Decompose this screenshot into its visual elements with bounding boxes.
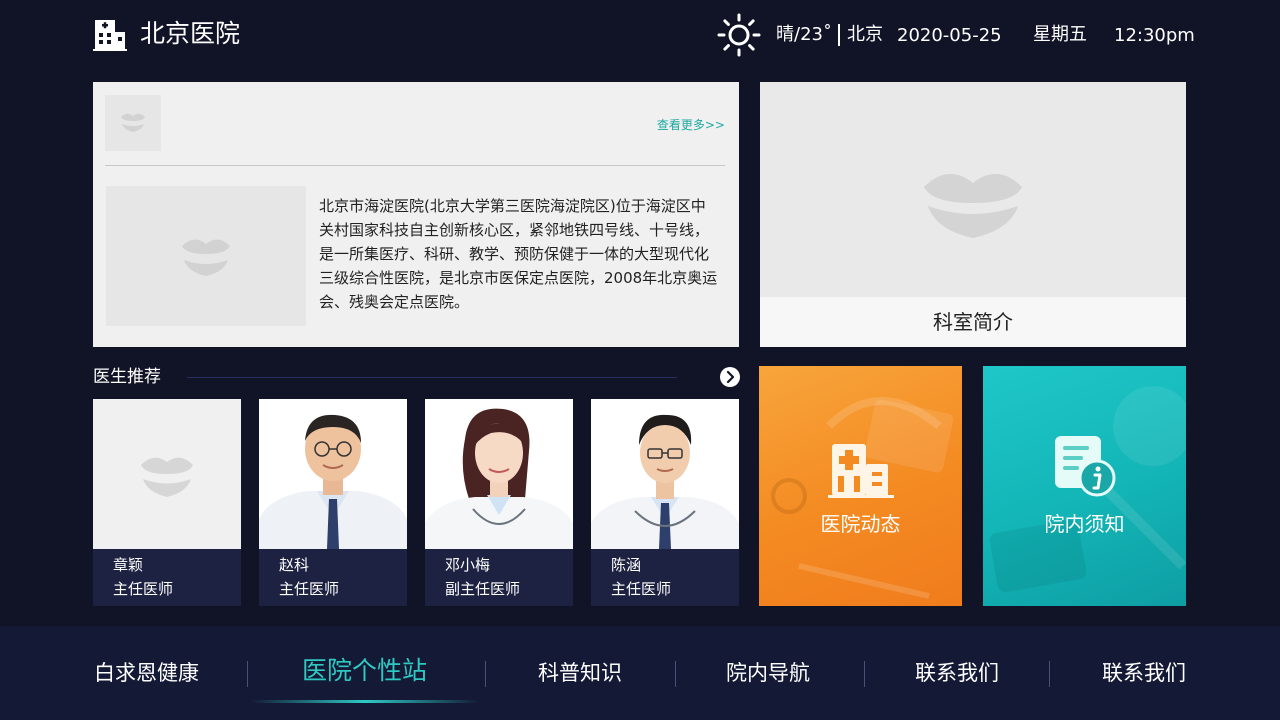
chevron-right-icon xyxy=(726,370,735,384)
time-text: 12:30pm xyxy=(1114,25,1195,46)
hospital-name: 北京医院 xyxy=(140,19,241,48)
department-intro-label: 科室简介 xyxy=(760,297,1186,347)
doctor-photo xyxy=(591,399,739,549)
nav-item-hospital-site[interactable]: 医院个性站 xyxy=(302,657,427,685)
doctor-name: 赵科 xyxy=(279,556,310,574)
bottom-navigation: 白求恩健康 医院个性站 科普知识 院内导航 联系我们 联系我们 xyxy=(0,626,1280,720)
nav-item-hospital-navigation[interactable]: 院内导航 xyxy=(726,659,810,687)
nav-separator xyxy=(485,661,486,687)
hospital-news-tile[interactable]: 医院动态 xyxy=(759,366,962,606)
intro-divider xyxy=(105,165,725,166)
hospital-intro-card[interactable]: 查看更多>> 北京市海淀医院(北京大学第三医院海淀院区)位于海淀区中关村国家科技… xyxy=(93,82,739,347)
section-divider xyxy=(187,377,677,378)
doctor-recommend-title: 医生推荐 xyxy=(93,367,161,387)
notice-info-icon xyxy=(1053,434,1117,502)
city-text: 北京 xyxy=(847,24,883,45)
department-image-placeholder xyxy=(760,82,1186,297)
sun-weather-icon xyxy=(717,13,761,57)
department-intro-card[interactable]: 科室简介 xyxy=(760,82,1186,347)
intro-image-placeholder xyxy=(106,186,306,326)
hospital-news-label: 医院动态 xyxy=(820,512,901,536)
intro-thumbnail-placeholder xyxy=(105,95,161,151)
nav-separator xyxy=(864,661,865,687)
doctor-name: 陈涵 xyxy=(611,556,642,574)
doctor-title: 主任医师 xyxy=(611,580,672,598)
next-arrow-button[interactable] xyxy=(720,367,740,387)
doctor-name: 章颖 xyxy=(113,556,144,574)
doctor-card[interactable]: 邓小梅 副主任医师 xyxy=(425,399,573,606)
doctor-card[interactable]: 章颖 主任医师 xyxy=(93,399,241,606)
nav-item-bethune-health[interactable]: 白求恩健康 xyxy=(94,659,199,687)
doctor-card[interactable]: 赵科 主任医师 xyxy=(259,399,407,606)
hospital-notice-tile[interactable]: 院内须知 xyxy=(983,366,1186,606)
nav-active-indicator xyxy=(250,700,480,703)
weather-divider xyxy=(838,24,840,46)
hospital-notice-label: 院内须知 xyxy=(1044,512,1125,536)
doctor-name: 邓小梅 xyxy=(445,556,491,574)
placeholder-logo-icon xyxy=(121,113,145,132)
hospital-building-icon xyxy=(828,434,894,504)
hospital-logo-icon xyxy=(93,16,127,52)
weekday-text: 星期五 xyxy=(1033,24,1087,45)
date-text: 2020-05-25 xyxy=(897,25,1002,46)
doctor-photo xyxy=(259,399,407,549)
nav-separator xyxy=(1049,661,1050,687)
doctor-title: 副主任医师 xyxy=(445,580,521,598)
nav-item-contact-us-2[interactable]: 联系我们 xyxy=(1102,659,1186,687)
intro-description: 北京市海淀医院(北京大学第三医院海淀院区)位于海淀区中关村国家科技自主创新核心区… xyxy=(319,197,718,311)
weather-text: 晴/23˚ xyxy=(776,24,832,45)
doctor-title: 主任医师 xyxy=(113,580,174,598)
nav-item-contact-us[interactable]: 联系我们 xyxy=(915,659,999,687)
nav-separator xyxy=(675,661,676,687)
doctor-photo xyxy=(425,399,573,549)
nav-separator xyxy=(247,661,248,687)
nav-item-science-knowledge[interactable]: 科普知识 xyxy=(538,659,622,687)
view-more-link[interactable]: 查看更多>> xyxy=(657,116,725,133)
doctor-title: 主任医师 xyxy=(279,580,340,598)
doctor-photo-placeholder xyxy=(93,399,241,549)
doctor-card[interactable]: 陈涵 主任医师 xyxy=(591,399,739,606)
